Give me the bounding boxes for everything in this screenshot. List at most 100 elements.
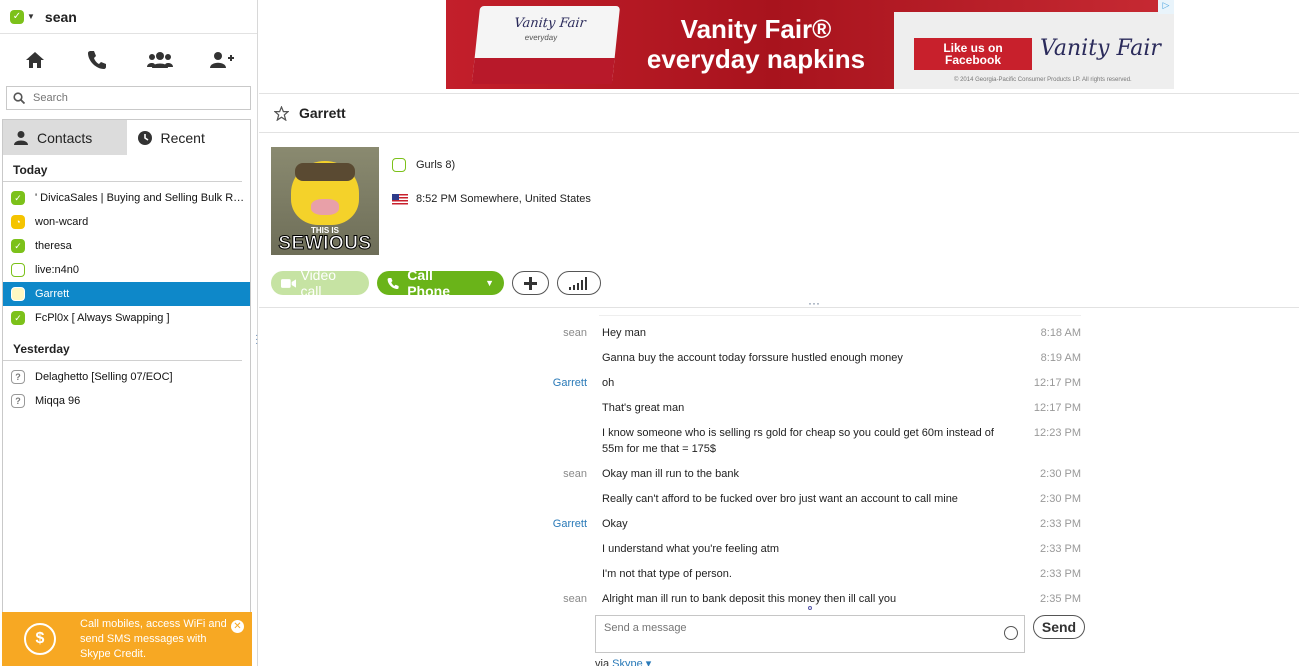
message-text: I'm not that type of person. [602,568,732,580]
contact-item[interactable]: ◔ won-wcard [3,210,250,234]
message-row[interactable]: sean Okay man ill run to the bank 2:30 P… [529,457,1081,482]
message-text: That's great man [602,402,685,414]
skype-credit-promo[interactable]: $ Call mobiles, access WiFi and send SMS… [2,612,252,666]
contact-tabs: Contacts Recent [2,119,251,155]
search-input[interactable] [33,92,233,104]
message-text: I understand what you're feeling atm [602,543,779,555]
status-offline-icon [392,158,406,172]
add-contact-icon[interactable] [204,42,240,78]
contact-item[interactable]: live:n4n0 [3,258,250,282]
conversation-header: Garrett [259,93,1299,133]
contact-item[interactable]: ✓ theresa [3,234,250,258]
message-history: sean Hey man 8:18 AM Ganna buy the accou… [529,315,1081,607]
like-line2: Facebook [944,53,1001,67]
message-row[interactable]: I know someone who is selling rs gold fo… [529,416,1081,457]
call-quality-button[interactable] [557,271,601,295]
tab-recent-label: Recent [160,129,205,146]
contact-name: FcPl0x [ Always Swapping ] [35,312,170,324]
message-text: Alright man ill run to bank deposit this… [602,593,897,605]
contact-item[interactable]: ✓ ' DivicaSales | Buying and Selling Bul… [3,186,250,210]
avatar[interactable]: THIS IS SEWIOUS [271,147,379,255]
person-icon [14,130,28,145]
message-text: I know someone who is selling rs gold fo… [602,427,994,455]
call-phone-button[interactable]: Call Phone ▼ [377,267,504,299]
via-skype-dropdown[interactable]: Skype ▾ [612,658,651,666]
sidebar: ✓ ▼ sean Contacts [0,0,258,666]
profile-username[interactable]: sean [45,9,77,25]
contact-item-selected[interactable]: Garrett [3,282,250,306]
group-header-today: Today [3,155,242,182]
message-row[interactable]: sean Alright man ill run to bank deposit… [529,582,1081,607]
contact-list: Today ✓ ' DivicaSales | Buying and Selli… [2,155,251,645]
message-author: sean [563,468,587,480]
message-row[interactable]: I understand what you're feeling atm 2:3… [529,532,1081,557]
message-row[interactable]: sean Hey man 8:18 AM [529,316,1081,341]
search-field[interactable] [6,86,251,110]
home-icon[interactable] [17,42,53,78]
tab-recent[interactable]: Recent [127,120,251,155]
status-unknown-icon: ? [11,370,25,384]
contact-item[interactable]: ✓ FcPl0x [ Always Swapping ] [3,306,250,330]
panel-splitter-handle[interactable]: · · · [255,331,258,349]
message-text: Ganna buy the account today forssure hus… [602,352,903,364]
profile-bar[interactable]: ✓ ▼ sean [0,0,257,34]
add-to-call-button[interactable] [512,271,549,295]
mood-message: Gurls 8) [392,158,455,172]
contact-name: Miqqa 96 [35,395,81,407]
signal-bars-icon [569,276,587,290]
tab-contacts[interactable]: Contacts [3,120,127,155]
message-row[interactable]: That's great man 12:17 PM [529,391,1081,416]
ad-package-sub: everyday [524,33,558,42]
send-button[interactable]: Send [1033,615,1085,639]
beak-image [311,199,339,215]
contact-item[interactable]: ? Miqqa 96 [3,389,250,413]
status-away-icon: ◔ [11,215,25,229]
message-author [529,350,587,366]
conversation-panel: Vanity Fair everyday Vanity Fair® everyd… [259,0,1299,666]
message-input[interactable] [604,622,984,634]
status-online-icon: ✓ [11,239,25,253]
message-row[interactable]: Garrett Okay 2:33 PM [529,507,1081,532]
clock-icon [137,130,152,145]
status-offline-icon [11,287,25,301]
tab-contacts-label: Contacts [37,129,93,146]
status-online-icon[interactable]: ✓ [10,9,24,24]
message-row[interactable]: Really can't afford to be fucked over br… [529,482,1081,507]
chevron-down-icon[interactable]: ▼ [27,12,35,21]
message-author [529,541,587,557]
message-time: 12:23 PM [1033,427,1081,439]
like-on-facebook-button[interactable]: Like us on Facebook [914,38,1032,70]
star-icon[interactable] [274,105,289,121]
message-author [529,491,587,507]
emoticon-icon[interactable] [1004,626,1018,640]
message-time: 12:17 PM [1033,402,1081,414]
ad-banner[interactable]: Vanity Fair everyday Vanity Fair® everyd… [446,0,1174,89]
video-call-button[interactable]: Video call [271,267,369,299]
message-row[interactable]: I'm not that type of person. 2:33 PM [529,557,1081,582]
ad-headline-line2: everyday napkins [646,44,866,74]
close-icon[interactable]: ✕ [231,620,244,633]
local-time-location: 8:52 PM Somewhere, United States [392,193,591,205]
adchoices-icon[interactable]: ▷ [1158,0,1174,14]
contact-name: Garrett [35,288,70,300]
avatar-caption-big: SEWIOUS [278,233,372,255]
header-divider [259,307,1299,308]
contact-item[interactable]: ? Delaghetto [Selling 07/EOC] [3,365,250,389]
contacts-group-icon[interactable] [142,42,178,78]
message-text: oh [602,377,615,389]
message-row[interactable]: Garrett oh 12:17 PM [529,366,1081,391]
contact-name: live:n4n0 [35,264,80,276]
message-author[interactable]: Garrett [529,375,587,391]
message-time: 2:33 PM [1040,543,1081,555]
message-time: 12:17 PM [1033,377,1081,389]
message-row[interactable]: Ganna buy the account today forssure hus… [529,341,1081,366]
message-author: sean [563,593,587,605]
status-online-icon: ✓ [11,191,25,205]
video-call-label: Video call [300,267,337,299]
message-text: Okay man ill run to the bank [602,468,739,480]
ad-brand-logo: Vanity Fair [1040,36,1161,61]
message-author[interactable]: Garrett [529,516,587,532]
message-composer[interactable] [595,615,1025,653]
phone-icon[interactable] [79,42,115,78]
chevron-down-icon[interactable]: ▼ [485,278,494,288]
